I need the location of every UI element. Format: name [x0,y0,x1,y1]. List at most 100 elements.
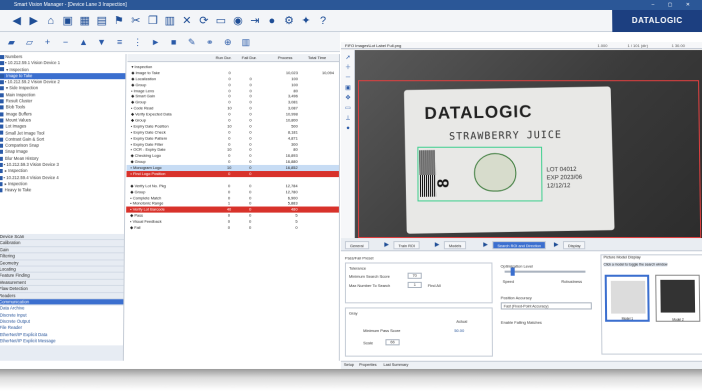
list-icon[interactable]: ≡ [114,36,126,48]
pointer-icon[interactable]: ➚ [344,54,352,62]
step-tab[interactable]: General [345,241,369,249]
delete-icon[interactable]: ✕ [180,14,194,28]
remove-icon[interactable]: − [59,36,71,48]
viewer-tab[interactable]: FIFO Images\Lot Label Full.png 1.000 1 /… [341,42,702,49]
optimization-slider-track[interactable] [505,271,586,273]
row-value: 0 [224,225,234,231]
copy-icon[interactable]: ❐ [146,14,160,28]
next-step-arrow-icon: ▶ [554,241,559,248]
zoom-in-icon[interactable]: ＋ [344,64,352,72]
save-icon[interactable]: ▤ [95,14,109,28]
down-icon[interactable]: ▼ [96,36,108,48]
settings-icon[interactable]: ⚙ [282,14,296,28]
image-icon[interactable]: ▣ [61,14,75,28]
stop-icon[interactable]: ■ [168,36,180,48]
record-icon[interactable]: ● [265,14,279,28]
tree-icon[interactable]: ⋮ [132,36,144,48]
color-icon[interactable]: ● [344,125,352,133]
open-icon[interactable]: ▱ [23,36,35,48]
add-icon[interactable]: + [41,36,53,48]
home-icon[interactable]: ⌂ [44,14,58,28]
up-icon[interactable]: ▲ [77,36,89,48]
row-value: 0 [243,225,257,231]
tree-item-label: ▾ Inspection [5,67,29,72]
device-icon [0,176,3,180]
measure-icon[interactable]: ⟂ [344,114,352,122]
status-tab[interactable]: Setup [344,363,354,367]
device-icon [0,99,4,103]
model-thumbnail[interactable]: Model 1 [605,275,650,322]
camera-image[interactable]: DATALOGIC STRAWBERRY JUICE 8 LOT 04012 E… [355,50,702,238]
falling-matches-checkbox[interactable]: Enable Falling Matches [501,320,542,325]
tree-item[interactable]: Heavy to Take [0,187,124,193]
device-icon [0,182,3,186]
model-thumbnail[interactable]: Model 2 [655,275,700,322]
next-step-arrow-icon: ▶ [435,241,440,248]
accuracy-select[interactable]: Fast (Fixed-Point Accuracy) [501,302,592,309]
brand-logo: DATALOGIC [612,10,702,32]
communication-tool-link[interactable]: EtherNet/IP Explicit Message [0,338,123,345]
stats-icon[interactable]: ✦ [299,14,313,28]
pin-icon[interactable]: ⚑ [112,14,126,28]
step-tab[interactable]: Search ROI and Direction [492,241,546,249]
folder-icon[interactable]: ▰ [5,36,17,48]
title-bar: Smart Vision Manager - [Device Lane 3 In… [0,0,702,10]
device-icon [0,144,3,148]
cut-icon[interactable]: ✂ [129,14,143,28]
step-icon[interactable]: ⇥ [248,14,262,28]
window-controls[interactable]: – ▢ ✕ [652,0,697,10]
column-header[interactable]: Fail Dur. [242,55,257,60]
link-icon[interactable]: ⚭ [204,36,216,48]
status-tab[interactable]: Last Summary [383,363,408,367]
help-icon[interactable]: ? [316,14,330,28]
max-number-input[interactable]: 1 [408,282,422,288]
back-icon[interactable]: ◀ [10,14,24,28]
device-tree[interactable]: Numbers ▪ 10.212.59.1 Vision Device 1 ▾ I… [0,54,127,234]
roi-icon[interactable]: ▭ [344,104,352,112]
app-window: Smart Vision Manager - [Device Lane 3 In… [0,0,702,391]
run-icon[interactable]: ► [150,36,162,48]
tree-item-label: Result Cluster [5,98,33,103]
chart-icon[interactable]: ▥ [240,36,252,48]
pan-icon[interactable]: ✥ [344,94,352,102]
fit-icon[interactable]: ▣ [344,84,352,92]
tree-toolbar: ▰ ▱ + − ▲ ▼ ≡ ⋮ ► ■ ✎ ⚭ ⊕ ▥ [0,32,340,52]
column-header[interactable]: Process [278,55,292,60]
target-icon[interactable]: ⊕ [222,36,234,48]
robustness-label: Robustness [561,279,582,284]
scale-input[interactable]: 66 [385,339,399,345]
device-icon [0,125,3,129]
label-line: 12/12/12 [547,182,583,191]
status-tab[interactable]: Properties [359,363,377,367]
step-tab[interactable]: Display [563,241,586,249]
tool-icon[interactable]: ✎ [186,36,198,48]
step-tab[interactable]: Train ROI [393,241,420,249]
find-all-checkbox[interactable]: Find All [428,283,441,288]
subtabs[interactable]: Pass/Fail Preset [345,255,374,260]
column-header[interactable]: Total Time [308,55,326,60]
thumbnail-caption: Model 1 [607,317,648,321]
monitor-icon[interactable]: ▭ [214,14,228,28]
min-pass-score-label: Minimum Pass Score [363,328,400,333]
step-tab[interactable]: Models [444,241,466,249]
viewer-toolbar: ➚ ＋ － ▣ ✥ ▭ ⟂ ● [341,50,355,238]
column-header[interactable]: Run Dur. [216,55,232,60]
paste-icon[interactable]: ▥ [163,14,177,28]
min-search-score-input[interactable]: 70 [408,273,422,279]
table-row[interactable]: ◆ Fail 0 0 0 [126,225,340,231]
tree-item-label: ▪ 10.212.59.3 Vision Device 3 [4,162,59,167]
optimization-slider-thumb[interactable] [511,268,515,276]
model-roi[interactable] [417,147,542,202]
accuracy-label: Position Accuracy [501,295,532,300]
thumbnail-caption: Model 2 [657,318,700,322]
optimization-pane: Optimization Level Speed Robustness Posi… [498,254,600,358]
label-product-name: STRAWBERRY JUICE [449,130,562,143]
gray-title: Gray [349,311,358,316]
device-icon [0,74,4,78]
refresh-icon[interactable]: ⟳ [197,14,211,28]
forward-icon[interactable]: ▶ [27,14,41,28]
device-icon [0,112,3,116]
grid-icon[interactable]: ▦ [78,14,92,28]
capture-icon[interactable]: ◉ [231,14,245,28]
zoom-out-icon[interactable]: － [344,74,352,82]
